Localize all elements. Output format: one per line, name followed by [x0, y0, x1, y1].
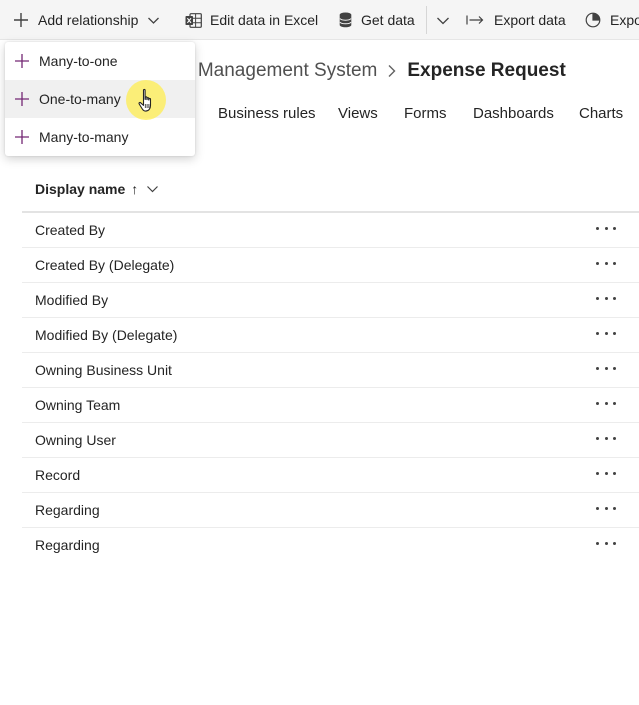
add-relationship-label: Add relationship	[38, 12, 139, 28]
add-relationship-button[interactable]: Add relationship	[12, 0, 160, 40]
table-row[interactable]: Record	[22, 458, 639, 493]
edit-data-in-excel-label: Edit data in Excel	[210, 12, 319, 28]
get-data-button[interactable]: Get data	[339, 0, 415, 40]
tab-views[interactable]: Views	[338, 105, 378, 125]
menu-item-label: One-to-many	[39, 91, 121, 107]
table-row[interactable]: Modified By	[22, 283, 639, 318]
hand-pointer-icon	[136, 88, 160, 114]
more-options-icon[interactable]	[596, 430, 616, 446]
row-display-name: Regarding	[35, 537, 100, 553]
row-display-name: Owning User	[35, 432, 116, 448]
tab-charts[interactable]: Charts	[579, 105, 623, 125]
menu-item-label: Many-to-many	[39, 129, 129, 145]
add-relationship-menu: Many-to-one One-to-many Many-to-many	[5, 42, 195, 156]
get-data-label: Get data	[361, 12, 415, 28]
export-data-label: Export data	[494, 12, 566, 28]
menu-item-one-to-many[interactable]: One-to-many	[5, 80, 195, 118]
chevron-down-icon[interactable]	[146, 183, 159, 195]
column-header-label: Display name	[35, 181, 126, 197]
plus-icon	[12, 11, 30, 29]
tab-business-rules[interactable]: Business rules	[218, 105, 316, 125]
menu-item-many-to-many[interactable]: Many-to-many	[5, 118, 195, 156]
chevron-down-icon	[147, 14, 160, 27]
more-options-icon[interactable]	[596, 465, 616, 481]
export-arrow-icon	[466, 14, 485, 26]
chevron-down-icon	[436, 14, 450, 27]
plus-icon	[5, 128, 39, 146]
plus-icon	[5, 52, 39, 70]
breadcrumb-parent-link[interactable]: e Management System	[182, 60, 377, 82]
tab-forms[interactable]: Forms	[404, 105, 447, 125]
row-display-name: Created By	[35, 222, 106, 238]
page-title: Expense Request	[407, 60, 566, 81]
more-options-icon[interactable]	[596, 325, 616, 341]
breadcrumb: e Management System Expense Request	[182, 58, 566, 84]
get-data-dropdown-button[interactable]	[436, 0, 450, 40]
row-display-name: Owning Business Unit	[35, 362, 172, 378]
row-display-name: Record	[35, 467, 81, 483]
database-icon	[339, 12, 352, 28]
plus-icon	[5, 90, 39, 108]
export-data-button[interactable]: Export data	[466, 0, 566, 40]
export-analytics-button[interactable]: Expo	[585, 0, 639, 40]
more-options-icon[interactable]	[596, 395, 616, 411]
table-row[interactable]: Modified By (Delegate)	[22, 318, 639, 353]
row-display-name: Modified By (Delegate)	[35, 327, 178, 343]
more-options-icon[interactable]	[596, 290, 616, 306]
tab-dashboards[interactable]: Dashboards	[473, 105, 554, 125]
table-row[interactable]: Regarding	[22, 528, 639, 563]
chevron-right-icon	[387, 63, 397, 79]
table-row[interactable]: Owning Business Unit	[22, 353, 639, 388]
more-options-icon[interactable]	[596, 360, 616, 376]
row-display-name: Created By (Delegate)	[35, 257, 175, 273]
row-display-name: Owning Team	[35, 397, 121, 413]
table-row[interactable]: Created By	[22, 213, 639, 248]
menu-item-many-to-one[interactable]: Many-to-one	[5, 42, 195, 80]
export-analytics-label: Expo	[610, 12, 639, 28]
more-options-icon[interactable]	[596, 220, 616, 236]
more-options-icon[interactable]	[596, 255, 616, 271]
pie-chart-icon	[585, 12, 601, 28]
row-display-name: Modified By	[35, 292, 109, 308]
row-display-name: Regarding	[35, 502, 100, 518]
table-row[interactable]: Owning Team	[22, 388, 639, 423]
command-bar: Add relationship Edit data in Excel Get …	[0, 0, 639, 40]
more-options-icon[interactable]	[596, 535, 616, 551]
edit-data-in-excel-button[interactable]: Edit data in Excel	[185, 0, 318, 40]
toolbar-divider	[426, 6, 427, 34]
menu-item-label: Many-to-one	[39, 53, 118, 69]
more-options-icon[interactable]	[596, 500, 616, 516]
table-row[interactable]: Owning User	[22, 423, 639, 458]
display-name-column-header[interactable]: Display name ↑	[35, 179, 159, 199]
table-row[interactable]: Created By (Delegate)	[22, 248, 639, 283]
excel-icon	[185, 12, 202, 28]
table-row[interactable]: Regarding	[22, 493, 639, 528]
sort-ascending-icon: ↑	[131, 181, 139, 197]
